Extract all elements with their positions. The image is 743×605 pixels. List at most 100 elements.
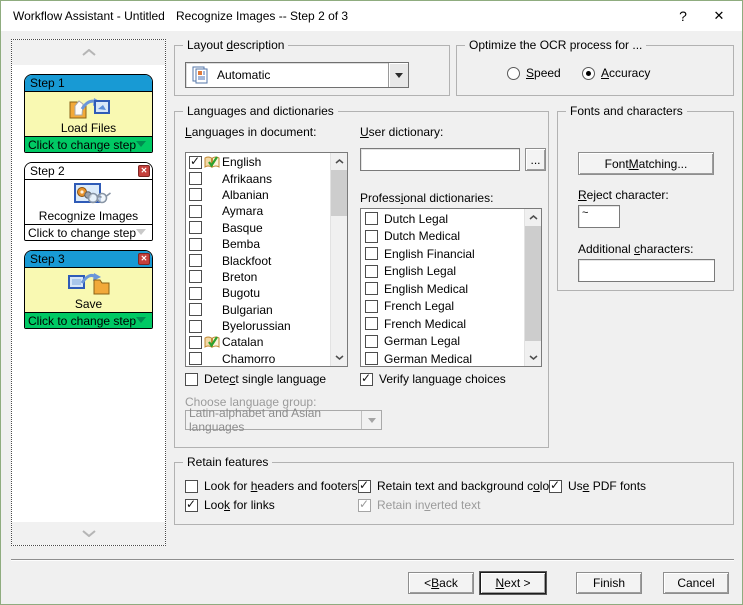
next-button[interactable]: Next > [480, 572, 546, 594]
dictionary-checkbox[interactable] [365, 212, 378, 225]
use-pdf-fonts-checkbox[interactable]: Use PDF fonts [549, 479, 646, 493]
language-row[interactable]: Byelorussian [186, 318, 330, 334]
reject-character-field[interactable]: ~ [578, 205, 620, 228]
additional-characters-label: Additional characters: [578, 242, 693, 256]
language-row[interactable]: Bugotu [186, 285, 330, 301]
step-2-recognize-images[interactable]: Step 2 ✕ Recognize Images Click [24, 162, 153, 241]
retain-text-background-color-checkbox[interactable]: Retain text and background color [358, 479, 553, 493]
language-checkbox[interactable] [189, 238, 202, 251]
step-1-label: Load Files [61, 121, 116, 136]
additional-characters-field[interactable] [578, 259, 715, 282]
language-row[interactable]: Basque [186, 220, 330, 236]
speed-radio-circle[interactable] [507, 67, 520, 80]
verify-language-choices-checkbox[interactable]: Verify language choices [360, 372, 506, 386]
dictionary-checkbox[interactable] [365, 282, 378, 295]
scrollbar-thumb[interactable] [331, 170, 347, 216]
step-2-close-button[interactable]: ✕ [138, 165, 150, 177]
dictionaries-scrollbar[interactable] [524, 209, 541, 366]
dictionary-checkbox[interactable] [365, 247, 378, 260]
font-matching-button[interactable]: Font Matching... [578, 152, 714, 175]
page-layout-icon [192, 66, 209, 84]
language-row[interactable]: Bemba [186, 236, 330, 252]
language-checkbox[interactable] [189, 254, 202, 267]
step-2-body: Recognize Images [25, 180, 152, 224]
language-checkbox[interactable] [189, 320, 202, 333]
retain-inverted-text-checkbox: Retain inverted text [358, 498, 480, 512]
dictionary-row[interactable]: German Legal [361, 333, 524, 351]
languages-scrollbar[interactable] [330, 153, 347, 366]
languages-listbox[interactable]: English Afrikaans Albanian Aymara Basque… [185, 152, 348, 367]
language-row[interactable]: Breton [186, 269, 330, 285]
dictionary-checkbox[interactable] [365, 230, 378, 243]
language-row[interactable]: English [186, 154, 330, 170]
language-row[interactable]: Blackfoot [186, 252, 330, 268]
step-3-save[interactable]: Step 3 ✕ Save Click to change step [24, 250, 153, 329]
accuracy-radio-circle[interactable] [582, 67, 595, 80]
language-row[interactable]: Catalan [186, 334, 330, 350]
steps-scroll-down[interactable] [12, 522, 165, 545]
dictionary-checkbox[interactable] [365, 265, 378, 278]
save-icon [67, 270, 111, 297]
dictionary-row[interactable]: English Financial [361, 245, 524, 263]
language-row[interactable]: Afrikaans [186, 170, 330, 186]
scroll-up-arrow-icon[interactable] [525, 209, 541, 226]
step-1-header: Step 1 [25, 75, 152, 92]
dictionary-row[interactable]: Dutch Legal [361, 210, 524, 228]
chevron-up-icon [82, 49, 96, 56]
language-checkbox[interactable] [189, 336, 202, 349]
dictionary-checkbox[interactable] [365, 300, 378, 313]
look-for-headers-footers-checkbox[interactable]: Look for headers and footers [185, 479, 357, 493]
step-2-label: Recognize Images [39, 209, 138, 224]
finish-button[interactable]: Finish [576, 572, 642, 594]
help-button[interactable]: ? [667, 1, 699, 31]
scroll-down-arrow-icon[interactable] [525, 349, 541, 366]
language-checkbox[interactable] [189, 303, 202, 316]
language-checkbox[interactable] [189, 172, 202, 185]
speed-radio[interactable]: Speed [507, 66, 561, 80]
language-checkbox[interactable] [189, 156, 202, 169]
retain-features-group: Retain features Look for headers and foo… [174, 462, 734, 525]
dictionary-checkbox[interactable] [365, 335, 378, 348]
dictionary-row[interactable]: English Medical [361, 280, 524, 298]
language-row[interactable]: Albanian [186, 187, 330, 203]
scroll-down-arrow-icon[interactable] [331, 349, 347, 366]
cancel-button[interactable]: Cancel [663, 572, 729, 594]
dictionary-row[interactable]: Dutch Medical [361, 228, 524, 246]
accuracy-radio[interactable]: Accuracy [582, 66, 650, 80]
language-checkbox[interactable] [189, 205, 202, 218]
scrollbar-thumb[interactable] [525, 226, 541, 341]
language-checkbox[interactable] [189, 287, 202, 300]
professional-dictionaries-listbox[interactable]: Dutch Legal Dutch Medical English Financ… [360, 208, 542, 367]
language-checkbox[interactable] [189, 221, 202, 234]
dictionary-checkbox[interactable] [365, 352, 378, 365]
step-3-change[interactable]: Click to change step [25, 312, 152, 328]
step-1-change[interactable]: Click to change step [25, 136, 152, 152]
dropdown-arrow-icon [368, 418, 376, 423]
language-row[interactable]: Bulgarian [186, 302, 330, 318]
page-title: Recognize Images -- Step 2 of 3 [176, 9, 348, 23]
user-dictionary-field[interactable] [360, 148, 520, 171]
scroll-up-arrow-icon[interactable] [331, 153, 347, 170]
layout-description-combobox[interactable]: Automatic [185, 62, 409, 88]
step-3-close-button[interactable]: ✕ [138, 253, 150, 265]
back-button[interactable]: < Back [408, 572, 474, 594]
language-row[interactable]: Chamorro [186, 351, 330, 367]
language-row[interactable]: Aymara [186, 203, 330, 219]
language-checkbox[interactable] [189, 188, 202, 201]
look-for-links-checkbox[interactable]: Look for links [185, 498, 275, 512]
steps-scroll-up[interactable] [12, 40, 165, 65]
detect-single-language-checkbox[interactable]: Detect single language [185, 372, 326, 386]
language-checkbox[interactable] [189, 270, 202, 283]
dictionary-row[interactable]: English Legal [361, 263, 524, 281]
language-checkbox[interactable] [189, 352, 202, 365]
step-2-change[interactable]: Click to change step [25, 224, 152, 240]
step-1-load-files[interactable]: Step 1 Load Files Click to change step [24, 74, 153, 153]
close-window-button[interactable]: ✕ [703, 1, 735, 31]
dictionary-row[interactable]: German Medical [361, 350, 524, 367]
dropdown-arrow-icon [395, 73, 403, 78]
dictionary-row[interactable]: French Medical [361, 315, 524, 333]
dictionary-row[interactable]: French Legal [361, 298, 524, 316]
dictionary-checkbox[interactable] [365, 317, 378, 330]
layout-dropdown-button[interactable] [388, 63, 408, 87]
browse-user-dictionary-button[interactable]: ... [525, 148, 546, 171]
